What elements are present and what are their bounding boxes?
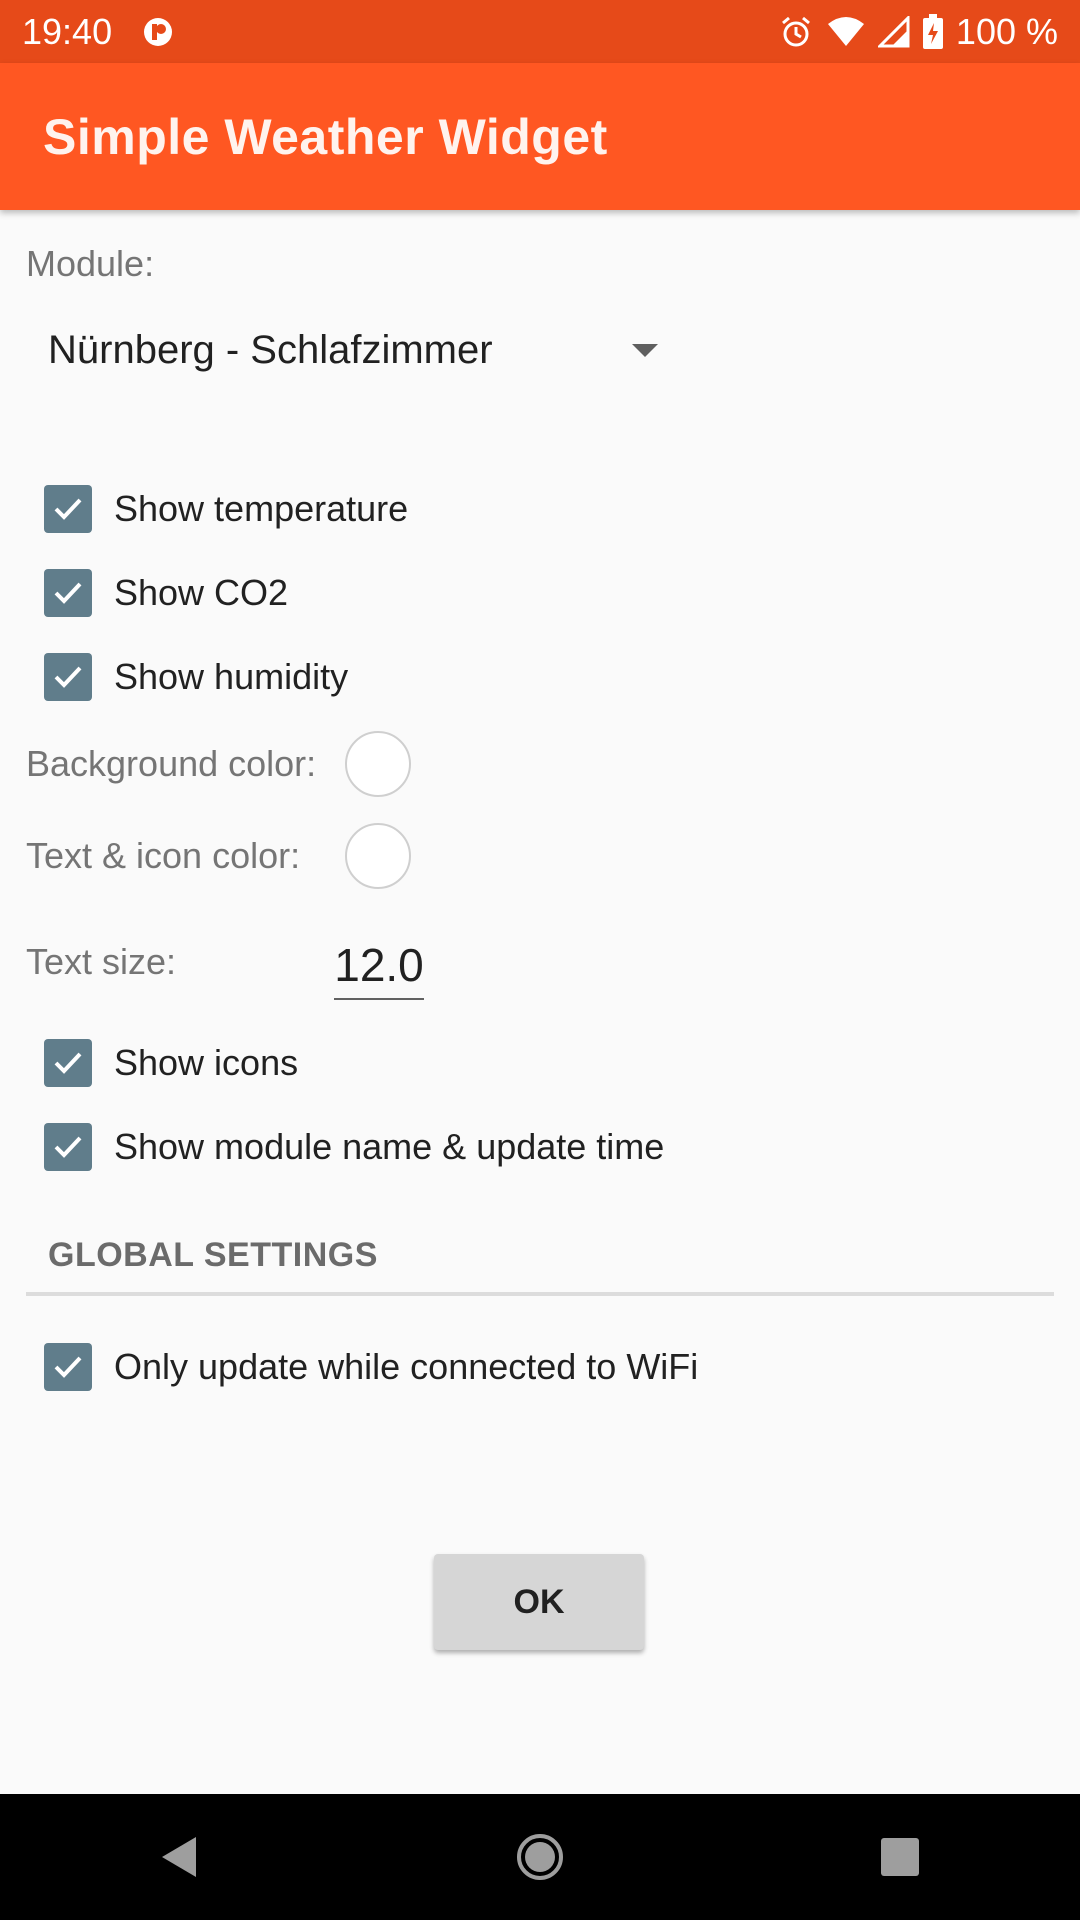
status-bar: 19:40 100 % bbox=[0, 0, 1080, 63]
text-icon-color-label: Text & icon color: bbox=[26, 835, 301, 876]
home-icon[interactable] bbox=[490, 1807, 590, 1907]
status-time: 19:40 bbox=[22, 10, 113, 52]
show-humidity-checkbox[interactable]: Show humidity bbox=[44, 652, 348, 702]
wifi-only-label: Only update while connected to WiFi bbox=[114, 1346, 699, 1387]
module-spinner[interactable]: Nürnberg - Schlafzimmer bbox=[48, 320, 658, 380]
battery-percent: 100 % bbox=[955, 10, 1058, 52]
checkbox-checked-icon bbox=[44, 1123, 92, 1171]
text-size-input[interactable]: 12.0 bbox=[334, 932, 424, 1000]
background-color-label: Background color: bbox=[26, 743, 317, 784]
checkbox-checked-icon bbox=[44, 485, 92, 533]
recents-icon[interactable] bbox=[850, 1807, 950, 1907]
checkbox-checked-icon bbox=[44, 653, 92, 701]
background-color-swatch[interactable] bbox=[345, 731, 411, 797]
text-icon-color-swatch[interactable] bbox=[345, 823, 411, 889]
show-co2-label: Show CO2 bbox=[114, 572, 289, 613]
checkbox-checked-icon bbox=[44, 1039, 92, 1087]
show-icons-label: Show icons bbox=[114, 1042, 299, 1083]
ok-button[interactable]: OK bbox=[434, 1554, 644, 1650]
checkbox-checked-icon bbox=[44, 569, 92, 617]
battery-charging-icon bbox=[922, 13, 944, 50]
signal-icon bbox=[877, 15, 910, 48]
text-size-label: Text size: bbox=[26, 941, 177, 982]
navigation-bar bbox=[0, 1794, 1080, 1920]
show-icons-checkbox[interactable]: Show icons bbox=[44, 1038, 298, 1088]
show-temperature-label: Show temperature bbox=[114, 488, 409, 529]
section-divider bbox=[26, 1292, 1054, 1296]
app-bar: Simple Weather Widget bbox=[0, 63, 1080, 210]
show-humidity-label: Show humidity bbox=[114, 656, 349, 697]
module-selected-value: Nürnberg - Schlafzimmer bbox=[48, 327, 493, 372]
wifi-only-checkbox[interactable]: Only update while connected to WiFi bbox=[44, 1342, 698, 1392]
wifi-icon bbox=[826, 16, 866, 48]
checkbox-checked-icon bbox=[44, 1343, 92, 1391]
alarm-icon bbox=[778, 14, 814, 50]
module-label: Module: bbox=[26, 243, 155, 284]
show-module-name-checkbox[interactable]: Show module name & update time bbox=[44, 1122, 664, 1172]
app-title: Simple Weather Widget bbox=[43, 108, 608, 165]
show-module-name-label: Show module name & update time bbox=[114, 1126, 665, 1167]
dropdown-arrow-icon bbox=[632, 343, 658, 357]
show-co2-checkbox[interactable]: Show CO2 bbox=[44, 568, 288, 618]
show-temperature-checkbox[interactable]: Show temperature bbox=[44, 484, 408, 534]
back-icon[interactable] bbox=[130, 1807, 230, 1907]
global-settings-header: GLOBAL SETTINGS bbox=[48, 1236, 378, 1274]
app-notification-icon bbox=[142, 16, 174, 48]
